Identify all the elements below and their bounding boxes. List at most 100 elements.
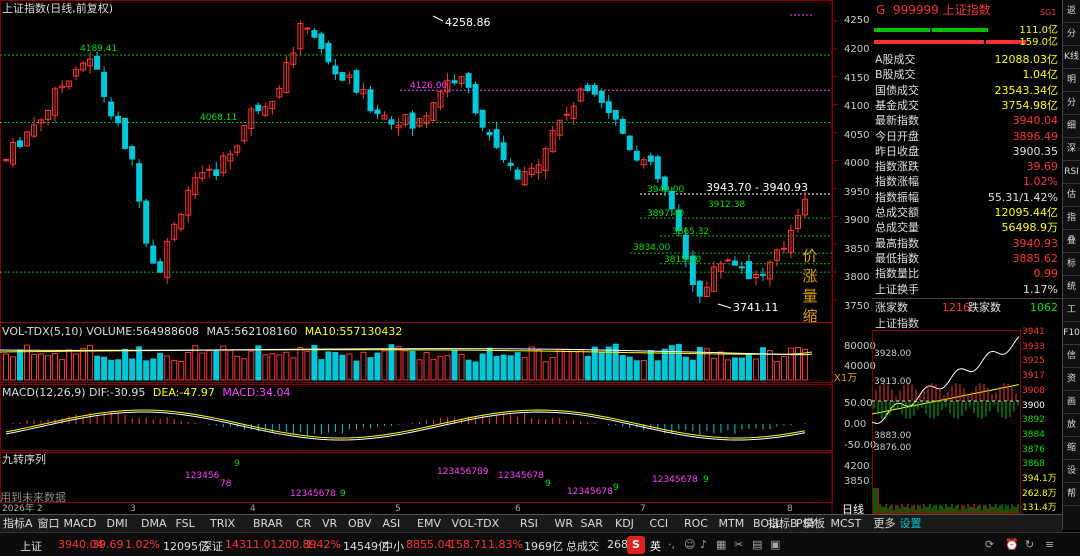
ime-punct-icon[interactable]: ·, [668,538,675,551]
status-index-name[interactable]: 上证 [20,538,42,554]
indicator-tab[interactable]: DMA [141,517,167,531]
nine-seq: 12345678 [498,471,544,481]
emoji-icon[interactable]: ☺ [684,538,695,551]
status-index-name[interactable]: 中小 [382,538,404,554]
indicator-tab[interactable]: MACD [64,517,97,531]
sidebar-item[interactable]: 帮助 [1063,483,1080,506]
sync-icon[interactable]: ⟳ [985,538,994,551]
volume-bar [262,354,269,381]
candle-body [451,80,458,84]
status-index-name[interactable]: 总成交 [566,538,599,554]
indicator-tab[interactable]: RSI [520,517,538,531]
volume-bar [514,352,521,381]
candle-body [374,109,381,115]
volume-bar [486,347,493,381]
indicator-tab[interactable]: FSL [176,517,195,531]
level-3865: 3865.32 [672,227,710,237]
indicator-tab[interactable]: TRIX [210,517,235,531]
volume-bar [451,350,458,381]
sidebar-item[interactable]: 细节 [1063,115,1080,138]
sidebar-item[interactable]: 工具 [1063,299,1080,322]
flow-bar [874,40,984,44]
indicator-tab[interactable]: 设置 [900,517,922,531]
volume-bar [255,345,262,381]
sidebar-item[interactable]: 信息 [1063,345,1080,368]
volume-bar [31,353,38,381]
indicator-tab[interactable]: VOL-TDX [452,517,500,531]
grid-icon[interactable]: ▣ [770,538,780,551]
volume-bar [290,357,297,381]
sidebar-item[interactable]: 标记 [1063,253,1080,276]
sidebar-item[interactable]: 缩小 [1063,437,1080,460]
keyboard-icon[interactable]: ▦ [716,538,726,551]
alarm-icon[interactable]: ⏰ [1005,538,1019,551]
indicator-tab[interactable]: DMI [107,517,128,531]
status-index-name[interactable]: 深证 [201,538,223,554]
candle-body [619,118,626,134]
vol-header: VOL-TDX(5,10) VOLUME:564988608 MA5:56210… [2,325,403,338]
ime-lang-icon[interactable]: 英 [650,538,661,554]
sidebar-item[interactable]: K线 [1063,46,1080,69]
volume-bar [794,347,801,381]
volume-bar [472,361,479,381]
indicator-tab[interactable]: SAR [581,517,603,531]
mini-axis-right: 394.1万 [1022,474,1057,484]
indicator-tab[interactable]: 指标A [3,517,33,531]
indicator-tab[interactable]: KDJ [615,517,634,531]
kline-chart[interactable] [0,0,872,514]
indicator-tab[interactable]: BRAR [253,517,283,531]
main-chart-area[interactable] [0,0,872,514]
volume-bar [626,356,633,381]
indicator-tab[interactable]: 指标B [768,517,798,531]
link-icon[interactable]: ↻ [1025,538,1034,551]
sidebar-item[interactable]: 设置 [1063,460,1080,483]
skin-icon[interactable]: ✂ [734,538,743,551]
sidebar-item[interactable]: 资讯 [1063,368,1080,391]
indicator-tab[interactable]: 模板 [803,517,825,531]
ime-logo-icon[interactable]: S [627,536,645,554]
quote-row: 基金成交 3754.98亿 [875,98,1058,112]
sidebar-item[interactable]: 画线 [1063,391,1080,414]
sidebar-item[interactable]: 分价 [1063,92,1080,115]
sidebar-item[interactable]: 明细 [1063,69,1080,92]
range-label: 3943.70 - 3940.93 [706,181,808,194]
toolbox-icon[interactable]: ▤ [752,538,762,551]
mini-axis-left: 3913.00 [874,377,912,387]
sidebar-item[interactable]: 返回 [1063,0,1080,23]
indicator-tab[interactable]: CR [296,517,311,531]
candle-body [563,113,570,116]
volume-bar [759,347,766,381]
sidebar-item[interactable]: 深度 [1063,138,1080,161]
sidebar-item[interactable]: 分时 [1063,23,1080,46]
indicator-tab[interactable]: 更多 [874,517,896,531]
indicator-tab[interactable]: VR [322,517,337,531]
volume-bar [241,358,248,381]
volume-bar [143,360,150,381]
indicator-tab[interactable]: WR [555,517,574,531]
menu-icon[interactable]: ≡ [1045,538,1054,551]
sidebar-item[interactable]: 放大 [1063,414,1080,437]
indicator-tab[interactable]: ROC [684,517,708,531]
volume-bar [577,349,584,381]
sidebar-item[interactable]: 指标 [1063,207,1080,230]
quote-row: 总成交量 56498.9万 [875,221,1058,235]
quote-row: 国债成交 23543.34亿 [875,83,1058,97]
indicator-tab[interactable]: OBV [348,517,371,531]
sidebar-item[interactable]: 统计 [1063,276,1080,299]
indicator-tab[interactable]: CCI [650,517,669,531]
sidebar-item[interactable]: RSI [1063,161,1080,184]
volume-bar [584,355,591,381]
indicator-tab[interactable]: 窗口 [38,517,60,531]
indicator-tab[interactable]: MTM [719,517,745,531]
volume-bar [346,353,353,381]
sidebar-item[interactable]: F10 [1063,322,1080,345]
sidebar-item[interactable]: 叠加 [1063,230,1080,253]
mic-icon[interactable]: ♪ [700,538,707,551]
indicator-tab[interactable]: ASI [383,517,401,531]
candle-body [339,72,346,81]
sidebar-item[interactable]: 估值 [1063,184,1080,207]
level-4126: 4126.00 [410,81,448,91]
volume-bar [73,353,80,381]
indicator-tab[interactable]: MCST [831,517,862,531]
indicator-tab[interactable]: EMV [417,517,441,531]
